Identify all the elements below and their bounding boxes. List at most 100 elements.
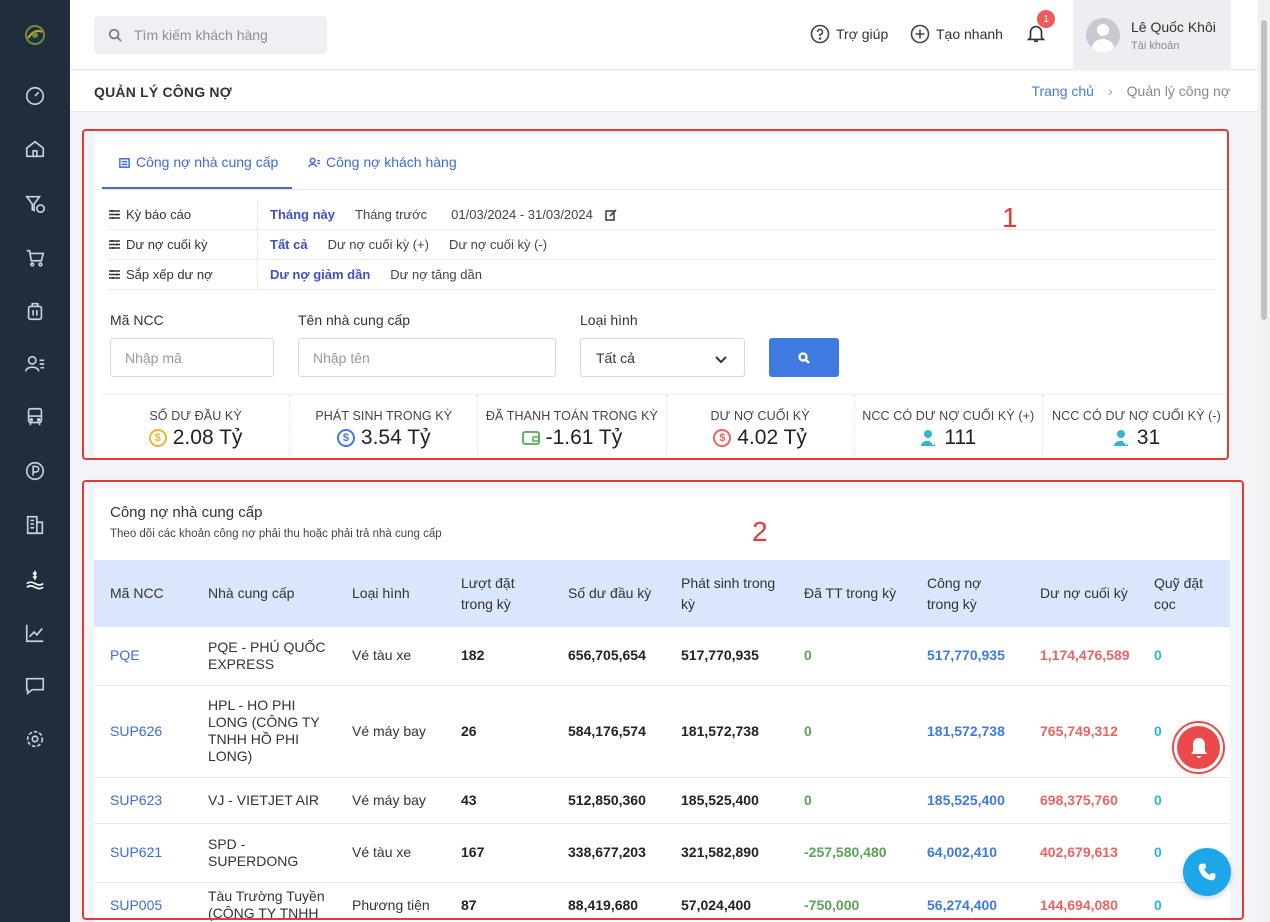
chart-line-icon[interactable]	[22, 620, 48, 646]
supplier-code-input[interactable]	[110, 338, 274, 377]
account-menu[interactable]: Lê Quốc Khôi Tài khoản	[1073, 0, 1231, 70]
period-incurred: 321,582,890	[665, 823, 788, 883]
column-header[interactable]: Công nợ trong kỳ	[911, 560, 1024, 627]
bus-icon[interactable]	[22, 404, 48, 430]
closing-balance: 402,679,613	[1024, 823, 1138, 883]
breadcrumb-home-link[interactable]: Trang chủ	[1031, 83, 1094, 99]
period-debt: 64,002,410	[911, 823, 1024, 883]
booking-count: 43	[445, 777, 552, 824]
filter-panel: Công nợ nhà cung cấp Công nợ khách hàng …	[94, 134, 1230, 458]
sort-ascending[interactable]: Dư nợ tăng dần	[390, 267, 482, 282]
closing-balance: 765,749,312	[1024, 685, 1138, 778]
help-circle-icon	[810, 24, 830, 44]
help-button[interactable]: Trợ giúp	[810, 24, 888, 44]
supplier-code-link[interactable]: SUP626	[94, 685, 192, 778]
tab-supplier-debt[interactable]: Công nợ nhà cung cấp	[118, 154, 278, 170]
stat-label: NCC CÓ DƯ NỢ CUỐI KỲ (-)	[1051, 409, 1221, 423]
tab-supplier-label: Công nợ nhà cung cấp	[136, 154, 279, 170]
sort-descending[interactable]: Dư nợ giảm dần	[270, 267, 370, 282]
chevron-down-icon	[715, 356, 727, 364]
stat-period-incurred: PHÁT SINH TRONG KỲ $3.54 Tỷ	[290, 395, 479, 456]
edit-icon[interactable]	[605, 208, 617, 221]
supplier-code-link[interactable]: SUP005	[94, 882, 192, 922]
search-icon	[108, 28, 122, 42]
help-label: Trợ giúp	[836, 26, 889, 42]
filter-row-period: Kỳ báo cáo Tháng này Tháng trước 01/03/2…	[108, 199, 1216, 230]
opening-balance: 656,705,654	[552, 627, 665, 686]
column-header[interactable]: Dư nợ cuối kỳ	[1024, 560, 1138, 627]
period-paid: 0	[788, 685, 911, 778]
scrollbar-thumb[interactable]	[1261, 20, 1267, 320]
column-header[interactable]: Nhà cung cấp	[192, 560, 336, 627]
supplier-name: SPD - SUPERDONG	[192, 823, 336, 883]
floating-call-button[interactable]	[1183, 848, 1231, 896]
supplier-type: Vé tàu xe	[336, 627, 445, 686]
column-header[interactable]: Lượt đặt trong kỳ	[445, 560, 552, 627]
sort-label: Sắp xếp dư nợ	[126, 267, 213, 282]
period-paid: 0	[788, 627, 911, 686]
supplier-code-link[interactable]: PQE	[94, 627, 192, 686]
tab-customer-debt[interactable]: Công nợ khách hàng	[308, 154, 457, 170]
deposit-fund: 0	[1138, 777, 1230, 824]
balance-positive[interactable]: Dư nợ cuối kỳ (+)	[328, 237, 429, 252]
quick-create-button[interactable]: Tạo nhanh	[910, 24, 1003, 44]
cart-icon[interactable]	[22, 245, 48, 271]
stat-value: 31	[1136, 426, 1161, 449]
period-paid: -750,000	[788, 882, 911, 922]
column-header[interactable]: Mã NCC	[94, 560, 192, 627]
tab-customer-label: Công nợ khách hàng	[326, 154, 457, 170]
balance-negative[interactable]: Dư nợ cuối kỳ (-)	[449, 237, 547, 252]
supplier-name: HPL - HO PHI LONG (CÔNG TY TNHH HỒ PHI L…	[192, 685, 336, 778]
breadcrumb-separator-icon: ›	[1107, 83, 1113, 99]
period-date-range[interactable]: 01/03/2024 - 31/03/2024	[451, 207, 593, 222]
period-last-month[interactable]: Tháng trước	[355, 207, 427, 222]
table-row: SUP621 SPD - SUPERDONG Vé tàu xe 167 338…	[94, 823, 1230, 883]
stat-positive-suppliers: NCC CÓ DƯ NỢ CUỐI KỲ (+) 111	[855, 395, 1043, 456]
page-scrollbar[interactable]	[1258, 0, 1270, 922]
supplier-debt-table: Mã NCC Nhà cung cấp Loại hình Lượt đặt t…	[94, 560, 1230, 922]
supplier-code-label: Mã NCC	[110, 312, 164, 328]
stat-value: 2.08 Tỷ	[172, 426, 243, 449]
supplier-code-link[interactable]: SUP623	[94, 777, 192, 824]
customer-search[interactable]	[94, 16, 327, 54]
parking-icon[interactable]	[22, 458, 48, 484]
supplier-code-link[interactable]: SUP621	[94, 823, 192, 883]
notification-button[interactable]: 1	[1025, 10, 1055, 46]
settings-gear-icon[interactable]	[22, 726, 48, 752]
period-incurred: 185,525,400	[665, 777, 788, 824]
stat-negative-suppliers: NCC CÓ DƯ NỢ CUỐI KỲ (-) 31	[1043, 395, 1230, 456]
filter-money-icon[interactable]	[22, 191, 48, 217]
page-titlebar: QUẢN LÝ CÔNG NỢ Trang chủ › Quản lý công…	[70, 71, 1258, 112]
type-label: Loại hình	[580, 312, 638, 328]
sliders-icon	[109, 240, 120, 249]
search-button[interactable]	[769, 338, 839, 377]
sliders-icon	[109, 270, 120, 279]
user-list-icon[interactable]	[22, 351, 48, 377]
debt-money-icon[interactable]	[22, 566, 48, 592]
period-paid: 0	[788, 777, 911, 824]
floating-alert-button[interactable]	[1174, 723, 1223, 772]
building-report-icon[interactable]	[22, 512, 48, 538]
column-header[interactable]: Quỹ đặt cọc	[1138, 560, 1230, 627]
brand-logo-icon[interactable]	[20, 20, 50, 50]
home-icon[interactable]	[22, 136, 48, 162]
dashboard-gauge-icon[interactable]	[22, 83, 48, 109]
deposit-fund: 0	[1138, 627, 1230, 686]
active-tab-indicator	[102, 187, 292, 189]
section-subtitle: Theo dõi các khoản công nợ phải thu hoặc…	[110, 528, 442, 540]
building-icon	[119, 157, 130, 168]
balance-all[interactable]: Tất cả	[270, 237, 308, 252]
column-header[interactable]: Loại hình	[336, 560, 445, 627]
type-select[interactable]: Tất cả	[580, 338, 745, 377]
stat-closing-balance: DƯ NỢ CUỐI KỲ $4.02 Tỷ	[667, 395, 855, 456]
wallet-icon	[521, 429, 540, 447]
column-header[interactable]: Số dư đầu kỳ	[552, 560, 665, 627]
chat-icon[interactable]	[22, 673, 48, 699]
luggage-icon[interactable]	[22, 298, 48, 324]
column-header[interactable]: Đã TT trong kỳ	[788, 560, 911, 627]
column-header[interactable]: Phát sinh trong kỳ	[665, 560, 788, 627]
period-this-month[interactable]: Tháng này	[270, 207, 335, 222]
stat-value: -1.61 Tỷ	[545, 426, 623, 449]
customer-search-input[interactable]	[134, 27, 314, 43]
supplier-name-input[interactable]	[298, 338, 556, 377]
